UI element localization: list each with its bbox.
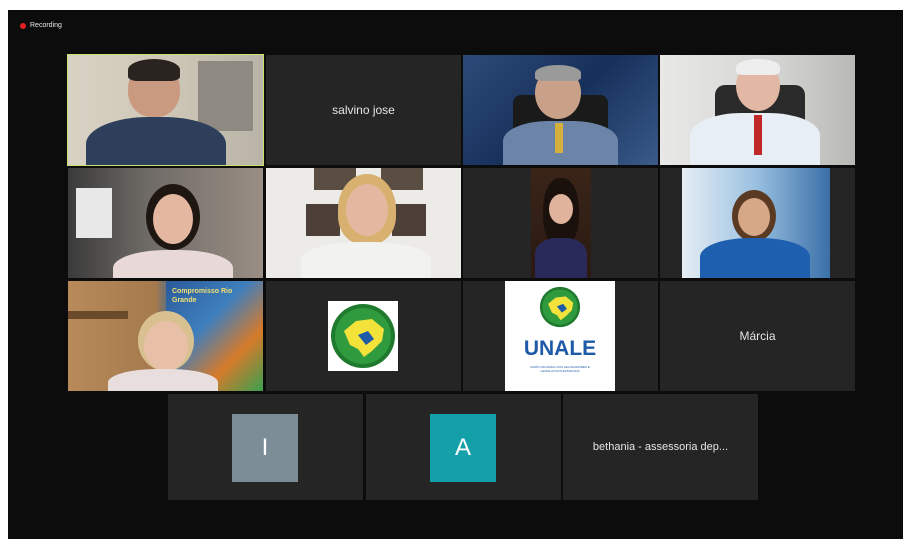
participant-name: Márcia: [739, 329, 776, 343]
video-tile[interactable]: [463, 55, 658, 165]
video-tile[interactable]: [660, 55, 855, 165]
participant-hair: [736, 59, 780, 75]
wall-frame: [306, 204, 340, 236]
video-tile-active-speaker[interactable]: [67, 54, 264, 166]
wall-frame: [392, 204, 426, 236]
video-tile[interactable]: [266, 281, 461, 391]
participant-body: [535, 238, 587, 278]
video-feed: [463, 168, 658, 278]
video-tile[interactable]: [68, 168, 263, 278]
video-feed: [463, 55, 658, 165]
unale-emblem-logo: [328, 301, 398, 371]
video-feed: [660, 55, 855, 165]
video-tile[interactable]: Márcia: [660, 281, 855, 391]
video-tile[interactable]: salvino jose: [266, 55, 461, 165]
recording-indicator: Recording: [20, 22, 62, 29]
video-tile[interactable]: Compromisso Rio Grande: [68, 281, 263, 391]
video-tile[interactable]: [266, 168, 461, 278]
participant-head: [153, 194, 193, 244]
video-tile[interactable]: [463, 168, 658, 278]
participant-avatar: A: [430, 414, 496, 482]
video-tile[interactable]: bethania - assessoria dep...: [563, 394, 758, 500]
participant-body: [700, 238, 810, 278]
banner-text: Compromisso Rio Grande: [172, 288, 233, 304]
brazil-map-icon: [331, 304, 395, 368]
participant-head: [144, 321, 188, 371]
video-feed: Compromisso Rio Grande: [68, 281, 263, 391]
participant-hair: [128, 59, 180, 81]
participant-avatar: I: [232, 414, 298, 482]
video-tile[interactable]: A: [366, 394, 561, 500]
video-tile[interactable]: [660, 168, 855, 278]
participant-body: [301, 242, 431, 278]
video-tile[interactable]: UNALE UNIÃO NACIONAL DOS LEGISLADORES E …: [463, 281, 658, 391]
bookshelf: [198, 61, 253, 131]
participant-tie: [754, 115, 762, 155]
participant-tie: [555, 123, 563, 153]
participant-body: [113, 250, 233, 278]
video-feed: [68, 168, 263, 278]
participant-name: bethania - assessoria dep...: [592, 441, 729, 453]
recording-label: Recording: [30, 22, 62, 29]
participant-head: [738, 198, 770, 236]
participant-hair: [535, 65, 581, 81]
video-feed: [660, 168, 855, 278]
participant-name: salvino jose: [332, 103, 395, 117]
monitor: [76, 188, 112, 238]
video-feed: [68, 55, 263, 165]
shelf: [68, 311, 128, 319]
participant-body: [86, 117, 226, 165]
video-feed: [266, 168, 461, 278]
zoom-gallery-view: Recording salvino jose Compromisso Rio G…: [8, 10, 903, 539]
participant-head: [346, 184, 388, 236]
participant-head: [549, 194, 573, 224]
recording-dot-icon: [20, 22, 26, 29]
brazil-map-icon: [539, 286, 581, 328]
video-tile[interactable]: I: [168, 394, 363, 500]
participant-body: [108, 369, 218, 391]
unale-logo: UNALE UNIÃO NACIONAL DOS LEGISLADORES E …: [505, 281, 615, 391]
unale-subtitle: UNIÃO NACIONAL DOS LEGISLADORES E LEGISL…: [530, 365, 590, 373]
unale-title: UNALE: [523, 337, 597, 360]
